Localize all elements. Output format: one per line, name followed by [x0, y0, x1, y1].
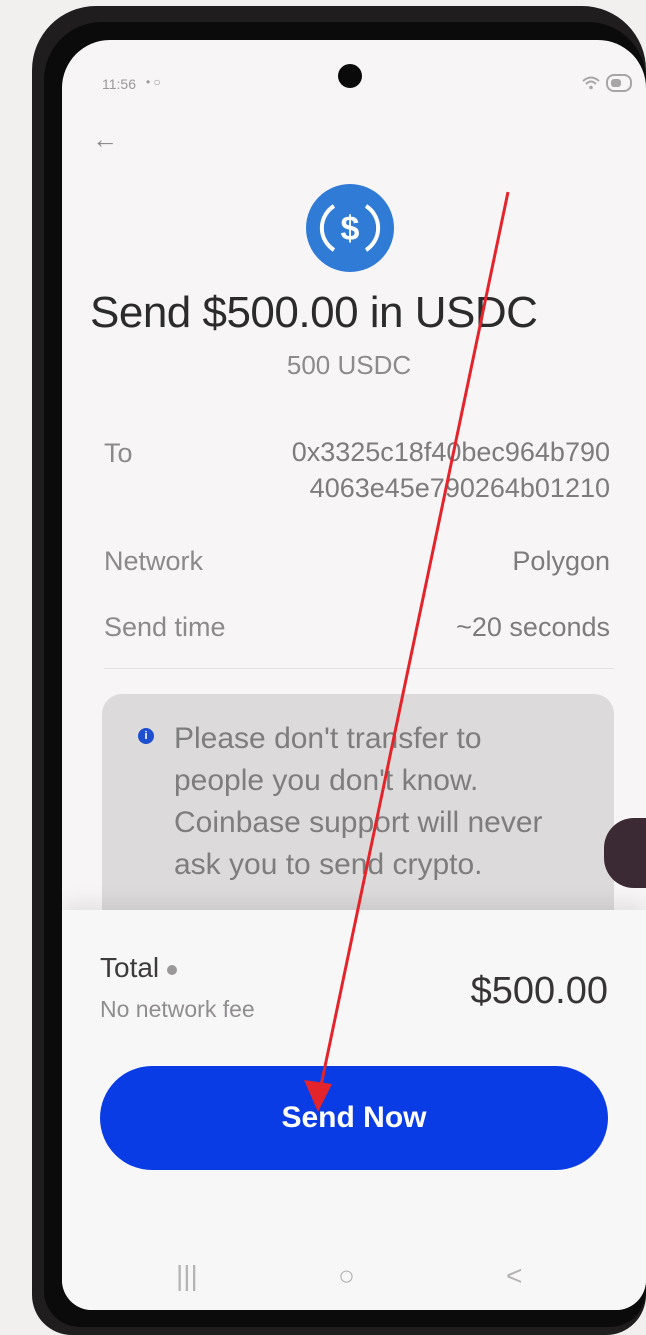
total-label-text: Total — [100, 952, 160, 983]
network-fee-text: No network fee — [100, 996, 255, 1022]
section-divider — [104, 668, 614, 669]
battery-icon — [606, 74, 632, 92]
send-time-value: ~20 seconds — [456, 612, 610, 642]
send-now-button[interactable]: Send Now — [100, 1066, 608, 1170]
wifi-icon — [582, 76, 600, 90]
usdc-coin-glyph: $ — [308, 186, 392, 270]
warning-text: Please don't transfer to people you don'… — [174, 722, 543, 881]
recipient-address-line-2: 4063e45e790264b01210 — [309, 473, 610, 503]
page-title: Send $500.00 in USDC — [90, 288, 538, 337]
home-nav-icon[interactable]: ○ — [338, 1260, 355, 1292]
back-nav-icon[interactable]: < — [506, 1260, 522, 1292]
total-label: Total — [100, 952, 178, 984]
phone-screen: 11:56 • ○ ← $ Send $500.00 in USDC 500 U… — [62, 40, 646, 1310]
usdc-coin-icon: $ — [306, 184, 394, 272]
back-arrow-icon[interactable]: ← — [92, 126, 118, 152]
amount-subtitle: 500 USDC — [286, 350, 412, 380]
status-notification-icons: • ○ — [146, 75, 161, 89]
info-icon: i — [138, 728, 154, 744]
network-value: Polygon — [512, 546, 610, 576]
send-time-label: Send time — [104, 612, 226, 642]
to-label: To — [104, 438, 133, 468]
svg-text:$: $ — [341, 210, 360, 248]
network-label: Network — [104, 546, 204, 576]
bottom-sheet: Total No network fee $500.00 Send Now ||… — [62, 910, 646, 1310]
finger-overlay — [604, 818, 646, 888]
system-nav-bar: ||| ○ < — [62, 1250, 646, 1310]
recents-nav-icon[interactable]: ||| — [176, 1260, 198, 1292]
warning-notice: i Please don't transfer to people you do… — [102, 694, 614, 934]
total-amount: $500.00 — [470, 970, 608, 1012]
recipient-address-line-1: 0x3325c18f40bec964b790 — [291, 437, 610, 467]
status-time: 11:56 — [102, 76, 136, 92]
status-bar: 11:56 • ○ — [62, 40, 646, 100]
status-right-icons — [582, 74, 632, 92]
recipient-address: 0x3325c18f40bec964b790 4063e45e790264b01… — [150, 434, 610, 506]
front-camera — [338, 64, 362, 88]
total-info-icon[interactable] — [167, 964, 178, 975]
